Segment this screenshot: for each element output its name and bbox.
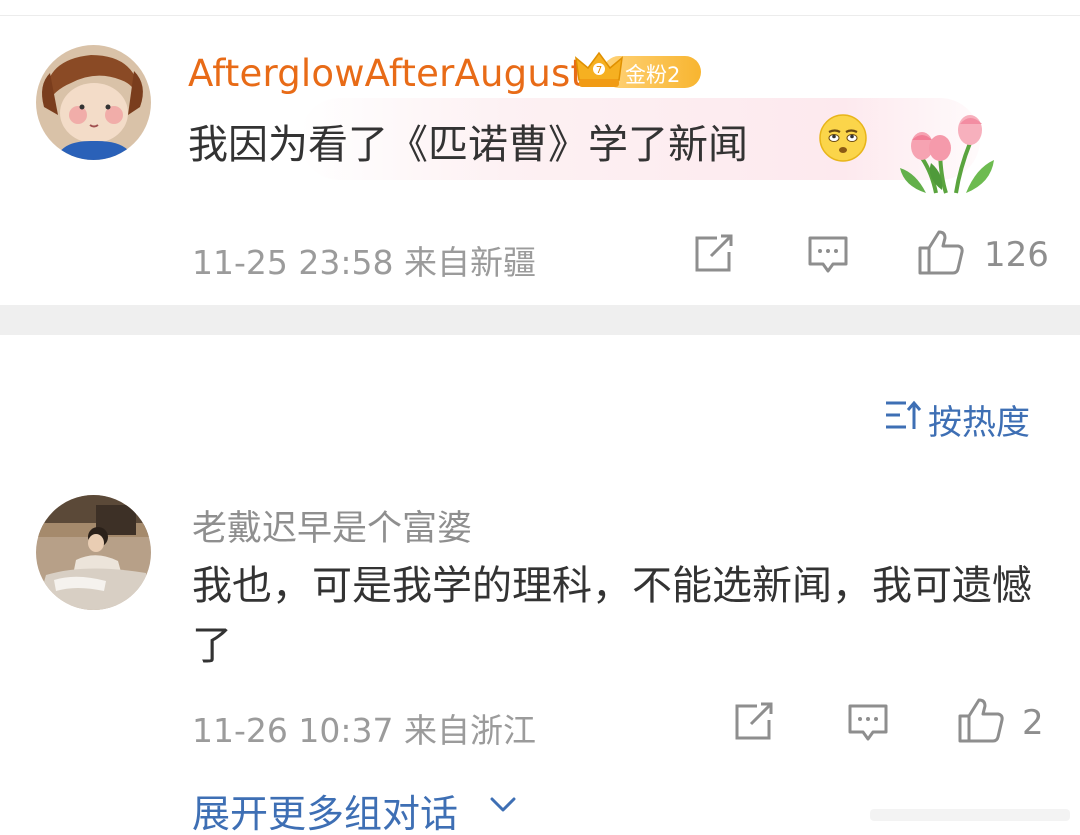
reply-comment-icon[interactable] [847, 702, 889, 744]
replier-name[interactable]: 老戴迟早是个富婆 [192, 500, 472, 551]
commenter-avatar[interactable] [36, 45, 151, 160]
comment-icon[interactable] [807, 234, 849, 276]
sort-label: 按热度 [928, 403, 1030, 443]
eye-roll-emoji-icon [819, 114, 867, 162]
svg-text:7: 7 [596, 65, 602, 76]
reply-meta: 11-26 10:37 来自浙江 [192, 704, 536, 752]
reply-text: 我也，可是我学的理科，不能选新闻，我可遗憾了 [192, 563, 1032, 669]
comment-meta: 11-25 23:58 来自新疆 [192, 236, 536, 284]
watermark-decoration [870, 809, 1070, 821]
share-icon[interactable] [693, 234, 735, 274]
like-icon[interactable] [917, 228, 965, 276]
expand-more-conversations-link[interactable]: 展开更多组对话 [192, 783, 458, 835]
comment-location: 来自新疆 [403, 243, 536, 282]
fan-badge-label: 金粉2 [625, 63, 681, 87]
replier-avatar[interactable] [36, 495, 151, 610]
sort-icon [886, 400, 922, 429]
tulip-decoration-icon [900, 115, 994, 194]
sort-by-heat-button[interactable]: 按热度 [884, 395, 1044, 443]
reply-like-count: 2 [1022, 703, 1044, 743]
fan-badge[interactable]: 金粉2 7 [573, 50, 703, 92]
comment-text: 我因为看了《匹诺曹》学了新闻 [188, 122, 748, 168]
like-count: 126 [984, 235, 1049, 275]
reply-time: 11-26 10:37 [192, 711, 394, 750]
commenter-name[interactable]: AfterglowAfterAugust [188, 52, 585, 95]
top-divider [0, 15, 1080, 16]
reply-share-icon[interactable] [733, 702, 775, 742]
reply-like-icon[interactable] [957, 696, 1005, 744]
chevron-down-icon[interactable] [488, 790, 518, 820]
comment-time: 11-25 23:58 [192, 243, 394, 282]
reply-location: 来自浙江 [403, 711, 536, 750]
crown-icon: 7 [574, 51, 624, 87]
section-divider [0, 305, 1080, 335]
